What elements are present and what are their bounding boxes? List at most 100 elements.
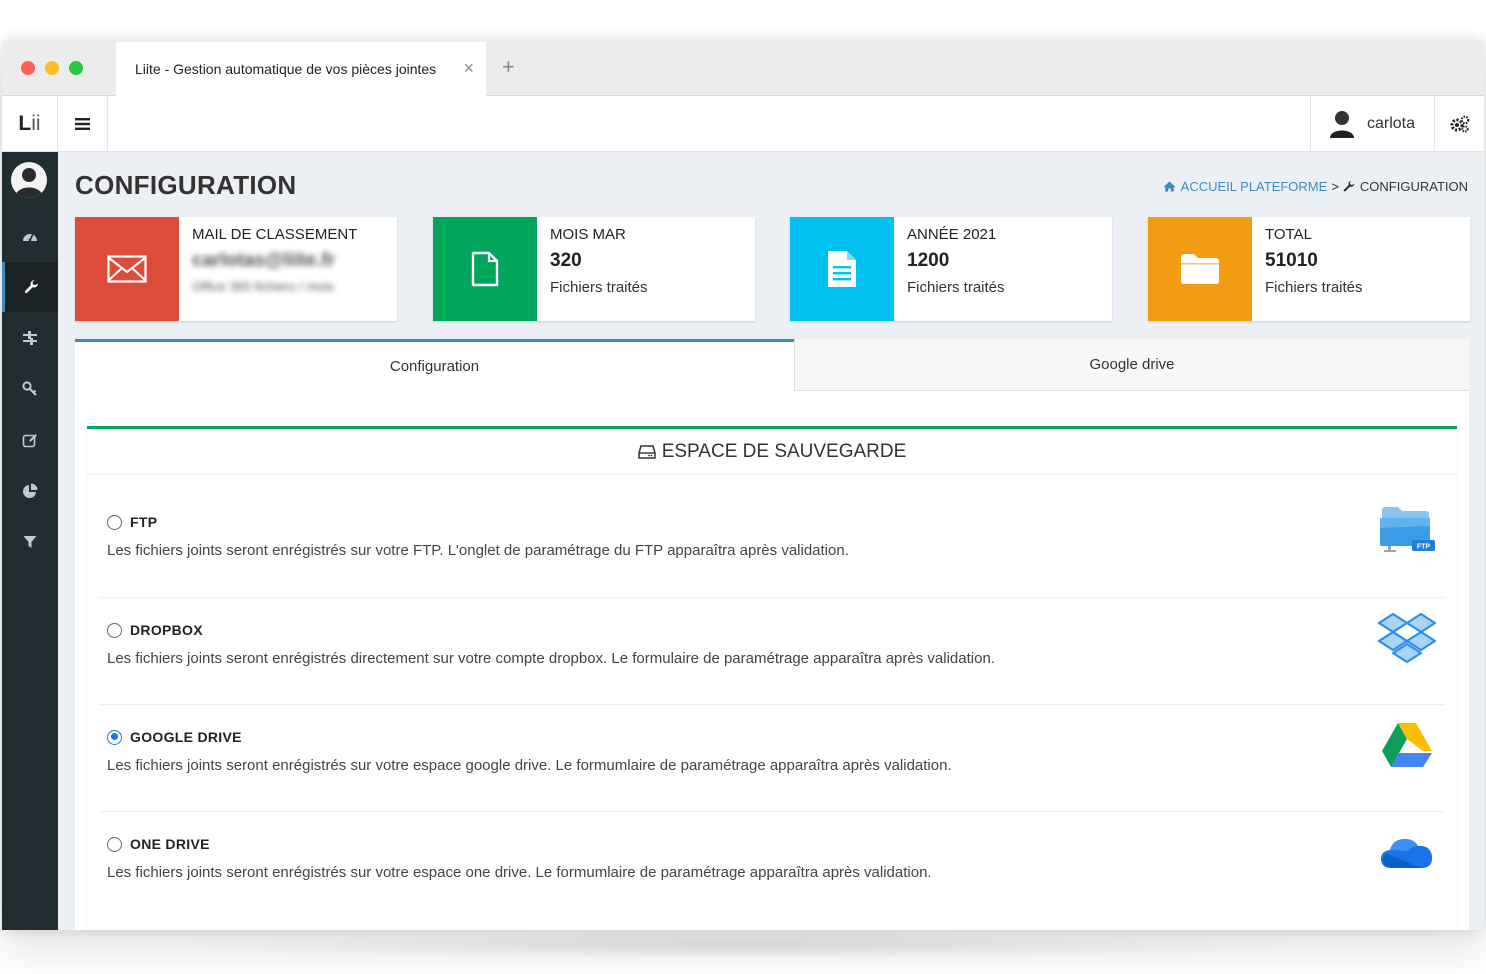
google-drive-icon	[1377, 719, 1437, 771]
user-silhouette-icon	[15, 168, 43, 198]
gears-icon	[1450, 115, 1469, 133]
option-title: GOOGLE DRIVE	[130, 729, 242, 745]
folder-icon	[1181, 254, 1219, 284]
new-tab-button[interactable]: +	[502, 54, 515, 80]
option-header: ONE DRIVE	[107, 836, 210, 852]
sidebar-item-keys[interactable]	[2, 364, 58, 414]
breadcrumb-home-label: ACCUEIL PLATEFORME	[1180, 179, 1328, 194]
stat-subtext: Office 365 fichiers / mois	[192, 279, 335, 294]
stat-icon-bg	[790, 217, 894, 321]
key-icon	[22, 381, 37, 396]
stat-box-month: MOIS MAR 320 Fichiers traités	[433, 217, 755, 321]
dashboard-icon	[23, 233, 37, 242]
storage-option-onedrive[interactable]: ONE DRIVE Les fichiers joints seront enr…	[99, 811, 1445, 918]
stat-box-year: ANNÉE 2021 1200 Fichiers traités	[790, 217, 1112, 321]
envelope-icon	[107, 255, 147, 283]
sidebar-item-edit[interactable]	[2, 415, 58, 465]
sliders-icon	[23, 331, 37, 345]
hamburger-icon	[74, 118, 90, 130]
storage-box: ESPACE DE SAUVEGARDE FTP Les fichiers jo…	[87, 426, 1457, 930]
stat-label: MOIS MAR	[550, 226, 626, 243]
pie-chart-icon	[23, 483, 38, 498]
ftp-badge-label: FTP	[1417, 544, 1431, 551]
breadcrumb: ACCUEIL PLATEFORME > CONFIGURATION	[1163, 179, 1468, 194]
breadcrumb-separator: >	[1331, 179, 1339, 194]
sidebar-item-settings[interactable]	[2, 313, 58, 363]
file-icon	[471, 251, 499, 287]
option-description: Les fichiers joints seront enrégistrés s…	[107, 864, 932, 881]
close-tab-icon[interactable]: ×	[463, 58, 474, 79]
option-description: Les fichiers joints seront enrégistrés d…	[107, 650, 995, 667]
user-menu[interactable]: carlota	[1310, 96, 1434, 152]
file-text-icon	[828, 251, 856, 287]
sidebar	[2, 152, 58, 930]
stat-text: MAIL DE CLASSEMENT carlotas@liite.fr Off…	[192, 226, 357, 294]
stat-text: MOIS MAR 320 Fichiers traités	[550, 226, 648, 296]
app-logo[interactable]: Lii	[2, 96, 58, 152]
stat-label: ANNÉE 2021	[907, 226, 997, 243]
option-header: DROPBOX	[107, 622, 203, 638]
stat-text: ANNÉE 2021 1200 Fichiers traités	[907, 226, 1005, 296]
stat-value: 51010	[1265, 250, 1318, 271]
tab-panel: ESPACE DE SAUVEGARDE FTP Les fichiers jo…	[75, 391, 1469, 930]
sidebar-avatar[interactable]	[11, 162, 47, 198]
close-window-button[interactable]	[21, 61, 35, 75]
main-content: CONFIGURATION ACCUEIL PLATEFORME > CONFI…	[58, 152, 1484, 930]
browser-tab[interactable]: Liite - Gestion automatique de vos pièce…	[116, 42, 486, 96]
app-header: Lii carlota	[2, 96, 1484, 152]
breadcrumb-current-label: CONFIGURATION	[1359, 179, 1468, 194]
config-tabs: Configuration Google drive	[75, 339, 1469, 391]
option-header: GOOGLE DRIVE	[107, 729, 242, 745]
option-header: FTP	[107, 514, 157, 530]
sidebar-item-configuration[interactable]	[2, 262, 58, 312]
dropbox-icon	[1377, 612, 1437, 664]
logo-thin: ii	[31, 112, 41, 135]
stat-value: 1200	[907, 250, 950, 271]
option-description: Les fichiers joints seront enrégistrés s…	[107, 542, 849, 559]
breadcrumb-home-link[interactable]: ACCUEIL PLATEFORME	[1163, 179, 1328, 194]
menu-toggle-button[interactable]	[58, 96, 108, 152]
dropbox-radio[interactable]	[107, 622, 122, 638]
logo-bold: L	[18, 112, 32, 135]
stat-text: TOTAL 51010 Fichiers traités	[1265, 226, 1363, 296]
storage-option-ftp[interactable]: FTP Les fichiers joints seront enrégistr…	[99, 490, 1445, 597]
settings-button[interactable]	[1434, 96, 1484, 152]
option-title: ONE DRIVE	[130, 836, 210, 852]
browser-titlebar: Liite - Gestion automatique de vos pièce…	[2, 40, 1484, 96]
stat-icon-bg	[433, 217, 537, 321]
stat-subtext: Fichiers traités	[907, 279, 1005, 296]
stat-subtext: Fichiers traités	[550, 279, 648, 296]
storage-option-google-drive[interactable]: GOOGLE DRIVE Les fichiers joints seront …	[99, 704, 1445, 811]
ftp-radio[interactable]	[107, 514, 122, 530]
storage-option-dropbox[interactable]: DROPBOX Les fichiers joints seront enrég…	[99, 597, 1445, 704]
filter-icon	[23, 536, 37, 548]
sidebar-item-statistics[interactable]	[2, 466, 58, 516]
hard-drive-icon	[637, 444, 656, 459]
onedrive-radio[interactable]	[107, 836, 122, 852]
sidebar-item-dashboard[interactable]	[2, 211, 58, 261]
option-title: FTP	[130, 514, 158, 530]
onedrive-icon	[1377, 826, 1437, 878]
google-drive-radio[interactable]	[107, 729, 122, 745]
window-shadow	[150, 930, 1330, 960]
minimize-window-button[interactable]	[45, 61, 59, 75]
sidebar-item-filters[interactable]	[2, 517, 58, 567]
wrench-icon	[24, 280, 38, 294]
tab-google-drive[interactable]: Google drive	[794, 339, 1469, 391]
tab-configuration[interactable]: Configuration	[75, 339, 794, 391]
page-title: CONFIGURATION	[75, 170, 297, 200]
stat-subtext: Fichiers traités	[1265, 279, 1363, 296]
stat-label: TOTAL	[1265, 226, 1312, 243]
user-avatar-icon	[1330, 111, 1354, 138]
stat-value: carlotas@liite.fr	[192, 250, 336, 271]
ftp-folder-icon: FTP	[1377, 504, 1437, 556]
edit-icon	[22, 434, 37, 448]
wrench-icon	[1343, 180, 1355, 192]
stat-value: 320	[550, 250, 582, 271]
stat-label: MAIL DE CLASSEMENT	[192, 226, 358, 243]
storage-box-header: ESPACE DE SAUVEGARDE	[87, 429, 1457, 475]
home-icon	[1163, 181, 1176, 192]
stat-icon-bg	[1148, 217, 1252, 321]
maximize-window-button[interactable]	[69, 61, 83, 75]
browser-window: Liite - Gestion automatique de vos pièce…	[2, 40, 1484, 930]
